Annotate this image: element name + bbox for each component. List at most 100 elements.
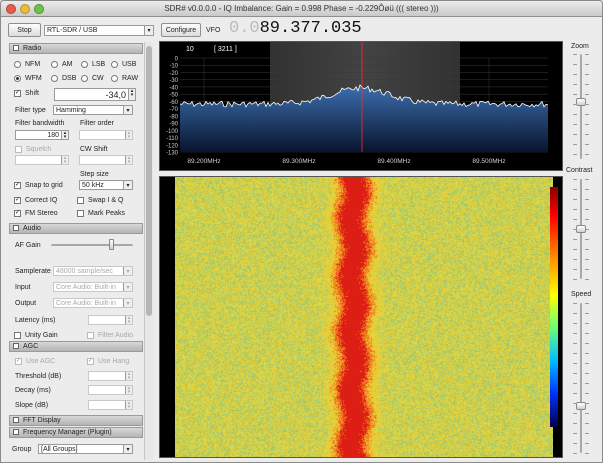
slider-tick bbox=[573, 373, 577, 374]
fft-display-section-header[interactable]: FFT Display bbox=[9, 415, 143, 426]
mode-radio-am[interactable] bbox=[51, 61, 58, 68]
slider-tick bbox=[585, 383, 589, 384]
slider-tick bbox=[585, 114, 589, 115]
db-tick-label: -130 bbox=[166, 151, 179, 157]
source-select[interactable]: RTL-SDR / USB ▾ bbox=[44, 25, 154, 36]
slider-tick bbox=[573, 413, 577, 414]
db-tick-label: 0 bbox=[175, 57, 179, 63]
decay-input[interactable]: ▴ ▾ bbox=[88, 385, 133, 395]
chevron-down-icon: ▾ bbox=[123, 267, 132, 275]
step-size-select[interactable]: 50 kHz ▾ bbox=[79, 180, 133, 190]
slider-tick bbox=[585, 303, 589, 304]
waterfall-view[interactable] bbox=[159, 176, 563, 458]
step-size-label: Step size bbox=[80, 171, 109, 178]
shift-spinner-icon[interactable]: ▴ ▾ bbox=[128, 89, 135, 100]
radio-section-header[interactable]: Radio bbox=[9, 43, 143, 54]
unity-gain-label: Unity Gain bbox=[25, 332, 58, 339]
cw-shift-spinner-icon[interactable]: ▴ ▾ bbox=[125, 156, 132, 164]
squelch-checkbox[interactable] bbox=[15, 146, 22, 153]
freq-tick-label: 89.500MHz bbox=[472, 158, 505, 165]
fm-stereo-checkbox[interactable]: ✓ bbox=[14, 210, 21, 217]
threshold-spinner-icon[interactable]: ▴ ▾ bbox=[125, 372, 132, 380]
filter-type-select[interactable]: Hamming ▾ bbox=[53, 105, 133, 115]
mode-radio-lsb[interactable] bbox=[81, 61, 88, 68]
vfo-label: VFO bbox=[206, 27, 221, 34]
slider-tick bbox=[585, 443, 589, 444]
slope-label: Slope (dB) bbox=[15, 402, 49, 409]
filter-audio-checkbox[interactable] bbox=[87, 332, 94, 339]
af-gain-slider-track[interactable] bbox=[51, 244, 133, 246]
cw-shift-input[interactable]: ▴ ▾ bbox=[79, 155, 133, 165]
configure-button[interactable]: Configure bbox=[161, 23, 201, 37]
db-tick-label: -20 bbox=[169, 71, 178, 77]
slider-tick bbox=[585, 279, 589, 280]
mode-label-wfm: WFM bbox=[25, 75, 42, 82]
mode-radio-raw[interactable] bbox=[111, 75, 118, 82]
spectrum-view[interactable]: 0 -10 -20 -30 -40 -50 -60 -70 -80 -90 -100 -110 -120… bbox=[159, 41, 563, 171]
slope-spinner-icon[interactable]: ▴ ▾ bbox=[125, 401, 132, 409]
waterfall-color-scale bbox=[550, 187, 558, 427]
latency-label: Latency (ms) bbox=[15, 317, 56, 324]
mode-radio-cw[interactable] bbox=[81, 75, 88, 82]
mode-radio-usb[interactable] bbox=[111, 61, 118, 68]
use-agc-checkbox[interactable]: ✓ bbox=[15, 358, 22, 365]
audio-section-header[interactable]: Audio bbox=[9, 223, 143, 234]
use-hang-checkbox[interactable]: ✓ bbox=[87, 358, 94, 365]
slider-tick bbox=[573, 74, 577, 75]
slider-tick bbox=[573, 403, 577, 404]
snap-to-grid-checkbox[interactable]: ✓ bbox=[14, 182, 21, 189]
af-gain-label: AF Gain bbox=[15, 242, 41, 249]
frequency-main-digits: 89.377.035 bbox=[259, 19, 362, 38]
frequency-display[interactable]: 0.089.377.035 bbox=[229, 19, 362, 38]
slider-tick bbox=[585, 269, 589, 270]
app-window: SDR# v0.0.0.0 - IQ Imbalance: Gain = 0.9… bbox=[0, 0, 603, 463]
group-select[interactable]: [All Groups] ▾ bbox=[38, 444, 133, 454]
db-tick-label: -10 bbox=[169, 64, 178, 70]
mark-peaks-checkbox[interactable] bbox=[77, 210, 84, 217]
unity-gain-checkbox[interactable] bbox=[14, 332, 21, 339]
mode-radio-nfm[interactable] bbox=[14, 61, 21, 68]
mode-radio-dsb[interactable] bbox=[51, 75, 58, 82]
frequency-manager-section-header[interactable]: Frequency Manager (Plugin) bbox=[9, 427, 143, 438]
stop-button[interactable]: Stop bbox=[8, 23, 41, 37]
filter-bandwidth-input[interactable]: 180 ▴ ▾ bbox=[15, 130, 69, 140]
shift-input[interactable]: -34,0 ▴ ▾ bbox=[54, 88, 136, 101]
left-panel-scrollbar[interactable] bbox=[144, 42, 153, 460]
correct-iq-checkbox[interactable]: ✓ bbox=[14, 197, 21, 204]
zoom-slider-track[interactable] bbox=[580, 54, 582, 159]
shift-checkbox[interactable]: ✓ bbox=[14, 90, 21, 97]
filter-order-input[interactable]: ▴ ▾ bbox=[79, 130, 133, 140]
latency-input[interactable]: ▴ ▾ bbox=[88, 315, 133, 325]
freq-tick-label: 89.200MHz bbox=[187, 158, 220, 165]
mode-label-am: AM bbox=[62, 61, 73, 68]
slider-tick bbox=[573, 179, 577, 180]
agc-section-header[interactable]: AGC bbox=[9, 341, 143, 352]
squelch-input[interactable]: ▴ ▾ bbox=[15, 155, 69, 165]
slider-tick bbox=[573, 199, 577, 200]
output-device-select[interactable]: Core Audio: Built-in ▾ bbox=[53, 298, 133, 308]
samplerate-select[interactable]: 48000 sample/sec ▾ bbox=[53, 266, 133, 276]
freq-tick-label: 89.400MHz bbox=[377, 158, 410, 165]
input-device-select[interactable]: Core Audio: Built-in ▾ bbox=[53, 282, 133, 292]
decay-spinner-icon[interactable]: ▴ ▾ bbox=[125, 386, 132, 394]
filter-order-label: Filter order bbox=[80, 120, 114, 127]
slider-tick bbox=[585, 124, 589, 125]
swap-iq-checkbox[interactable] bbox=[77, 197, 84, 204]
squelch-spinner-icon[interactable]: ▴ ▾ bbox=[61, 156, 68, 164]
mode-label-nfm: NFM bbox=[25, 61, 41, 68]
threshold-input[interactable]: ▴ ▾ bbox=[88, 371, 133, 381]
mode-radio-wfm[interactable] bbox=[14, 75, 21, 82]
slider-tick bbox=[573, 269, 577, 270]
source-select-value: RTL-SDR / USB bbox=[47, 27, 98, 34]
zoom-tag: 10 bbox=[186, 46, 194, 53]
af-gain-slider-knob[interactable] bbox=[108, 239, 114, 250]
speed-slider-track[interactable] bbox=[580, 303, 582, 453]
mode-label-dsb: DSB bbox=[62, 75, 77, 82]
use-agc-label: Use AGC bbox=[26, 358, 56, 365]
filter-order-spinner-icon[interactable]: ▴ ▾ bbox=[125, 131, 132, 139]
latency-spinner-icon[interactable]: ▴ ▾ bbox=[125, 316, 132, 324]
filter-audio-label: Filter Audio bbox=[98, 332, 134, 339]
filter-bandwidth-spinner-icon[interactable]: ▴ ▾ bbox=[61, 131, 68, 139]
slope-input[interactable]: ▴ ▾ bbox=[88, 400, 133, 410]
scrollbar-thumb[interactable] bbox=[146, 46, 152, 316]
